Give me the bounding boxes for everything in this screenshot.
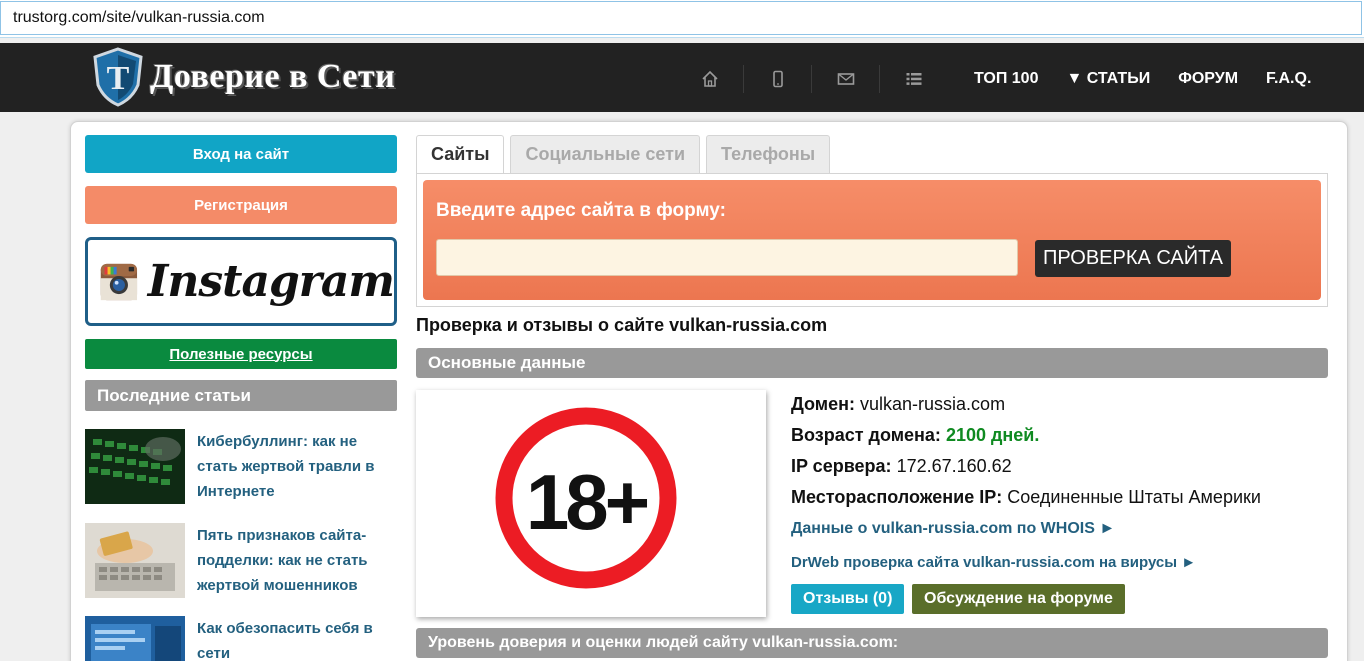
article-title[interactable]: Кибербуллинг: как не стать жертвой травл… <box>197 429 397 504</box>
site-check-form-inner: Введите адрес сайта в форму: ПРОВЕРКА СА… <box>423 180 1321 300</box>
article-title[interactable]: Как обезопасить себя в сети <box>197 616 397 661</box>
ip-row: IP сервера: 172.67.160.62 <box>791 456 1012 477</box>
mobile-link[interactable] <box>744 65 812 93</box>
domain-age-value: 2100 дней. <box>945 425 1040 445</box>
article-thumbnail-card <box>85 523 185 598</box>
ip-value: 172.67.160.62 <box>896 456 1012 476</box>
nav-top100[interactable]: ТОП 100 <box>974 70 1038 88</box>
domain-label: Домен: <box>791 394 855 414</box>
home-icon <box>701 70 718 87</box>
home-link[interactable] <box>676 65 744 93</box>
tab-phones[interactable]: Телефоны <box>706 135 831 173</box>
whois-link[interactable]: Данные о vulkan-russia.com по WHOIS ► <box>791 520 1115 538</box>
content-panel: Вход на сайт Регистрация Instagram Полез… <box>70 121 1348 661</box>
site-image: 18+ <box>416 390 766 617</box>
svg-text:Т: Т <box>107 60 130 97</box>
mail-link[interactable] <box>812 65 880 93</box>
article-thumbnail-keyboard <box>85 429 185 504</box>
mail-icon <box>837 73 854 85</box>
site-address-input[interactable] <box>436 239 1018 276</box>
article-item[interactable]: Пять признаков сайта-подделки: как не ст… <box>85 523 397 598</box>
age-restriction-18-icon: 18+ <box>495 407 677 589</box>
article-thumbnail-screen <box>85 616 185 661</box>
tab-sites[interactable]: Сайты <box>416 135 505 173</box>
shield-logo-icon: Т <box>93 47 143 107</box>
article-item[interactable]: Как обезопасить себя в сети <box>85 616 397 661</box>
ip-location-row: Месторасположение IP: Соединенные Штаты … <box>791 487 1261 508</box>
instagram-text: Instagram <box>147 256 395 307</box>
site-logo[interactable]: Т Доверие в Сети <box>92 45 395 109</box>
domain-row: Домен: vulkan-russia.com <box>791 394 1005 415</box>
form-label: Введите адрес сайта в форму: <box>436 200 726 221</box>
list-link[interactable] <box>880 65 948 93</box>
nav-articles[interactable]: ▼ СТАТЬИ <box>1066 70 1150 88</box>
useful-resources-button[interactable]: Полезные ресурсы <box>85 339 397 369</box>
article-item[interactable]: Кибербуллинг: как не стать жертвой травл… <box>85 429 397 504</box>
instagram-camera-icon <box>100 263 138 300</box>
site-header: Т Доверие в Сети ТОП 100 ▼ СТАТЬИ ФОРУМ … <box>0 43 1364 112</box>
url-input[interactable] <box>0 1 1362 35</box>
nav-faq[interactable]: F.A.Q. <box>1266 70 1311 88</box>
trust-level-heading: Уровень доверия и оценки людей сайту vul… <box>416 628 1328 658</box>
ip-location-label: Месторасположение IP: <box>791 487 1003 507</box>
domain-value: vulkan-russia.com <box>860 394 1006 414</box>
forum-discussion-button[interactable]: Обсуждение на форуме <box>912 584 1125 614</box>
reviews-button[interactable]: Отзывы (0) <box>791 584 905 614</box>
instagram-banner[interactable]: Instagram <box>85 237 397 326</box>
search-tabs: Сайты Социальные сети Телефоны <box>416 135 836 173</box>
basic-data-heading: Основные данные <box>416 348 1328 378</box>
header-nav: ТОП 100 ▼ СТАТЬИ ФОРУМ F.A.Q. <box>960 65 1325 93</box>
ip-location-value: Соединенные Штаты Америки <box>1007 487 1261 507</box>
site-check-form: Введите адрес сайта в форму: ПРОВЕРКА СА… <box>416 173 1328 307</box>
page-title: Проверка и отзывы о сайте vulkan-russia.… <box>416 315 828 335</box>
drweb-link[interactable]: DrWeb проверка сайта vulkan-russia.com н… <box>791 554 1196 571</box>
register-button[interactable]: Регистрация <box>85 186 397 224</box>
ip-label: IP сервера: <box>791 456 892 476</box>
article-title[interactable]: Пять признаков сайта-подделки: как не ст… <box>197 523 397 598</box>
age-badge-text: 18+ <box>526 458 648 546</box>
nav-forum[interactable]: ФОРУМ <box>1178 70 1238 88</box>
header-icon-bar <box>676 65 948 93</box>
check-site-button[interactable]: ПРОВЕРКА САЙТА <box>1035 240 1232 277</box>
list-icon <box>906 73 922 85</box>
latest-articles-heading: Последние статьи <box>85 380 397 411</box>
browser-url-bar <box>0 0 1364 38</box>
login-button[interactable]: Вход на сайт <box>85 135 397 173</box>
mobile-icon <box>772 70 783 88</box>
domain-age-label: Возраст домена: <box>791 425 941 445</box>
domain-age-row: Возраст домена: 2100 дней. <box>791 425 1039 446</box>
site-logo-text: Доверие в Сети <box>150 58 396 95</box>
tab-social-networks[interactable]: Социальные сети <box>510 135 701 173</box>
